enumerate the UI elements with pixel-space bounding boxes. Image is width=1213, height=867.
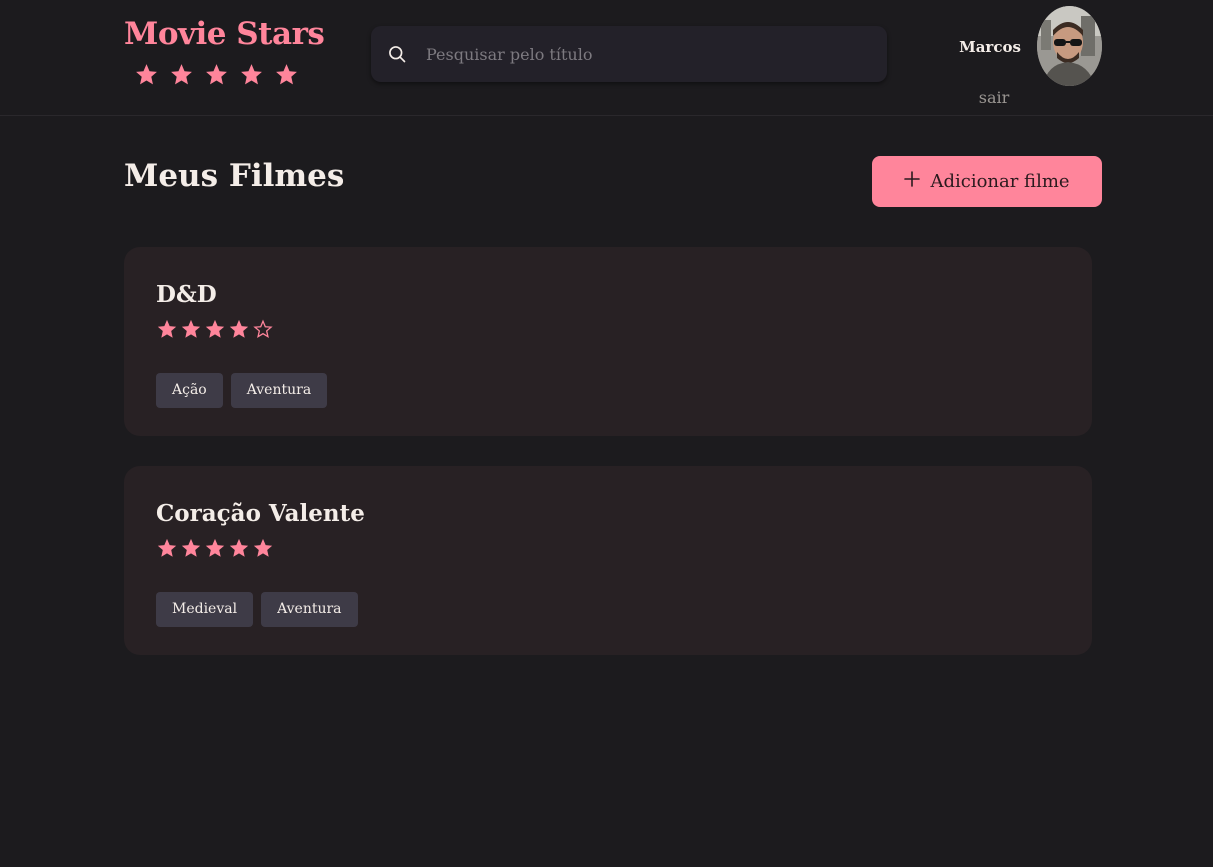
add-movie-button[interactable]: Adicionar filme (872, 156, 1102, 207)
star-filled-icon (204, 318, 226, 340)
movie-rating (156, 318, 1060, 340)
movie-rating (156, 537, 1060, 559)
movie-tags: Ação Aventura (156, 373, 1060, 408)
search-icon (389, 46, 406, 63)
genre-tag: Medieval (156, 592, 254, 627)
star-filled-icon (204, 537, 226, 559)
logout-link[interactable]: sair (954, 88, 1034, 107)
star-filled-icon (239, 62, 264, 87)
genre-tag: Ação (156, 373, 223, 408)
star-filled-icon (252, 537, 274, 559)
movie-title: Coração Valente (156, 500, 365, 527)
brand-title: Movie Stars (124, 16, 325, 52)
star-empty-icon (252, 318, 274, 340)
genre-tag: Aventura (261, 592, 358, 627)
brand-stars (124, 62, 308, 87)
plus-icon (904, 170, 921, 187)
movie-title: D&D (156, 281, 217, 308)
avatar[interactable] (1037, 6, 1102, 86)
star-filled-icon (274, 62, 299, 87)
user-name: Marcos (959, 38, 1021, 56)
star-filled-icon (180, 537, 202, 559)
star-filled-icon (228, 537, 250, 559)
genre-tag: Aventura (230, 373, 328, 408)
star-filled-icon (156, 537, 178, 559)
movie-tags: Medieval Aventura (156, 592, 1060, 627)
star-filled-icon (169, 62, 194, 87)
brand-logo[interactable]: Movie Stars (124, 16, 325, 87)
star-filled-icon (204, 62, 229, 87)
app-header: Movie Stars Marcos sair (0, 0, 1213, 116)
movie-card[interactable]: Coração Valente Medieval Aventura (124, 466, 1092, 655)
page-title: Meus Filmes (124, 158, 345, 194)
movie-card[interactable]: D&D Ação Aventura (124, 247, 1092, 436)
add-movie-label: Adicionar filme (930, 171, 1070, 192)
star-filled-icon (228, 318, 250, 340)
star-filled-icon (180, 318, 202, 340)
search-bar[interactable] (371, 26, 887, 82)
star-filled-icon (156, 318, 178, 340)
search-input[interactable] (426, 44, 887, 64)
star-filled-icon (134, 62, 159, 87)
